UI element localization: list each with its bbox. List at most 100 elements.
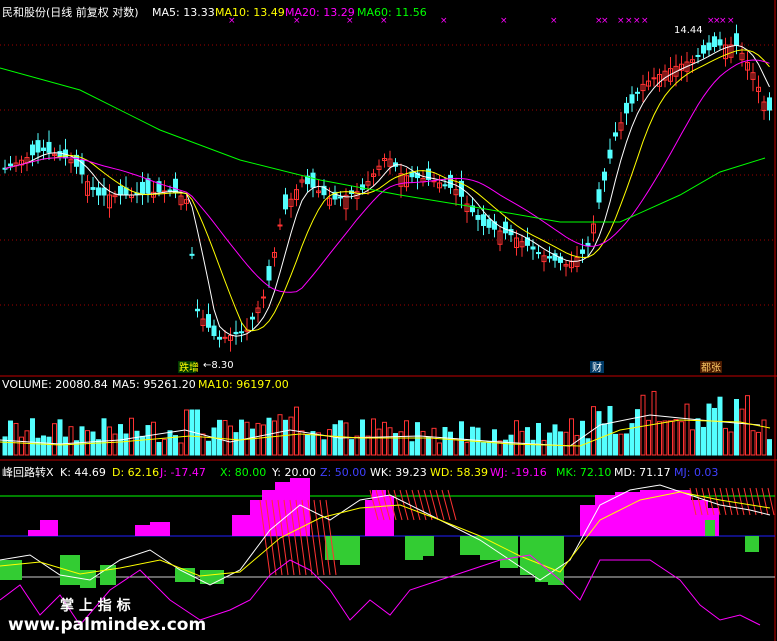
signal-marker: × (719, 16, 727, 26)
ma60-label: MA60: 11.56 (357, 6, 427, 19)
event-tag[interactable]: 财 (592, 361, 602, 374)
event-tag[interactable]: 都张 (701, 362, 721, 374)
candle-body (310, 172, 316, 188)
candle-body (41, 147, 46, 152)
candle-body (624, 102, 629, 114)
volume-bar (123, 433, 129, 456)
candle-body (211, 325, 217, 337)
hatch-line (755, 487, 763, 516)
volume-bar (761, 419, 767, 456)
candle-body (101, 187, 107, 196)
volume-bar (431, 427, 437, 456)
volume-bar (514, 420, 519, 456)
volume-bar (602, 423, 607, 456)
indicator-name: 峰回路转X (2, 465, 54, 479)
volume-bar (41, 435, 46, 456)
indicator-up-bar (150, 522, 170, 536)
signal-marker: × (550, 16, 558, 26)
volume-bar (574, 434, 580, 456)
volume-bar (8, 420, 13, 456)
volume-bar (706, 403, 712, 456)
volume-bar (277, 414, 283, 456)
volume-bar (354, 435, 360, 456)
volume-bar (690, 429, 695, 456)
volume-bar (13, 422, 19, 456)
volume-bar (673, 418, 679, 456)
volume-bar (332, 424, 338, 456)
signal-marker: × (633, 16, 641, 26)
hatch-line (719, 487, 727, 516)
candle-body (767, 97, 772, 111)
volume-bar (233, 432, 239, 456)
candle-body (189, 253, 195, 256)
candle-body (475, 215, 481, 220)
volume-bar (442, 427, 448, 456)
volume-bar (547, 432, 552, 456)
signal-marker: × (440, 16, 448, 26)
volume-bar (525, 427, 530, 456)
volume-bar (624, 433, 629, 456)
candle-body (629, 94, 635, 104)
candle-body (250, 316, 255, 320)
ma-line (4, 59, 770, 293)
candle-body (261, 296, 266, 299)
event-tag[interactable]: 跌增 (179, 361, 199, 374)
volume-bar (613, 433, 618, 456)
volume-bars (2, 390, 772, 456)
volume-ma5-label: MA5: 95261.20 (112, 378, 196, 391)
volume-bar (68, 426, 74, 456)
md-label: MD: 71.17 (614, 466, 671, 479)
volume-bar (85, 430, 90, 456)
volume-bar (57, 419, 63, 456)
chart-screen: × × × × × × × ×× × × × × ××× × 民和股份(日线 前复权 对数) MA5: 1… (0, 0, 777, 641)
signal-marker: × (617, 16, 625, 26)
ma10-label: MA10: 13.49 (215, 6, 285, 19)
volume-bar (508, 434, 514, 456)
volume-bar (437, 442, 442, 456)
volume-bar (222, 420, 228, 456)
candle-body (613, 132, 618, 137)
candle-body (145, 178, 151, 194)
candle-body (635, 91, 640, 94)
candle-body (547, 256, 552, 259)
volume-bar (728, 431, 734, 456)
candle-body (602, 171, 607, 181)
candle-body (580, 249, 585, 254)
signal-marker: × (727, 16, 735, 26)
candle-body (222, 336, 228, 339)
candle-body (96, 187, 101, 196)
hatch-line (767, 487, 775, 516)
mk-label: MK: 72.10 (556, 466, 611, 479)
volume-bar (63, 436, 68, 456)
volume-bar (717, 396, 723, 456)
volume-bar (618, 433, 624, 456)
candle-body (712, 36, 717, 48)
volume-bar (349, 439, 354, 456)
volume-bar (211, 427, 217, 456)
low-price-label: ←8.30 (203, 360, 234, 371)
volume-bar (184, 409, 189, 456)
candle-body (283, 194, 288, 210)
d-label: D: 62.16 (112, 466, 159, 479)
volume-label: VOLUME: 20080.84 (2, 378, 108, 391)
indicator-up-bar (615, 492, 641, 536)
volume-bar (585, 438, 591, 456)
volume-bar (453, 438, 459, 456)
x-label: X: 80.00 (220, 466, 266, 479)
candle-body (30, 144, 35, 156)
volume-bar (695, 418, 701, 456)
ma5-label: MA5: 13.33 (152, 6, 215, 19)
volume-bar (112, 433, 118, 456)
volume-bar (239, 419, 244, 456)
indicator-up-bar (40, 520, 58, 536)
volume-bar (459, 421, 464, 456)
indicator-down-bar (480, 536, 502, 560)
volume-bar (398, 431, 404, 456)
candle-body (173, 178, 178, 193)
candle-body (607, 149, 613, 159)
volume-bar (217, 419, 222, 456)
volume-bar (288, 416, 294, 456)
candle-body (277, 224, 283, 227)
volume-bar (712, 407, 717, 456)
candle-body (503, 221, 508, 234)
